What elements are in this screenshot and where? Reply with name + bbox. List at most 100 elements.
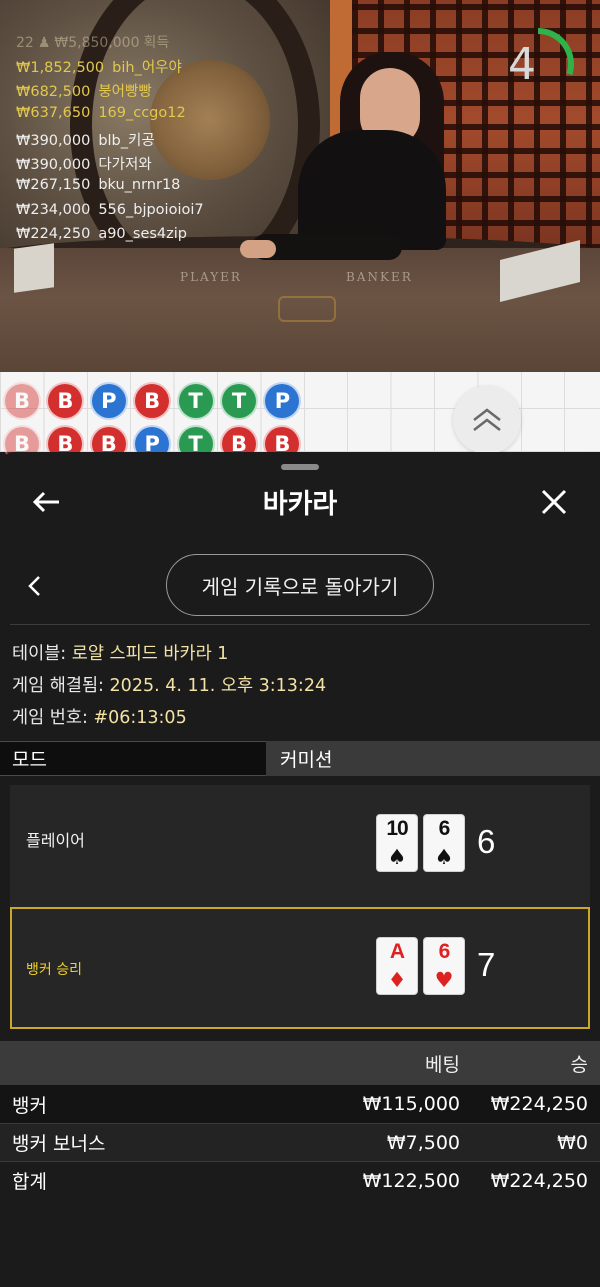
back-to-history-button[interactable]: 게임 기록으로 돌아가기 — [166, 554, 434, 616]
game-history-sheet: 바카라 게임 기록으로 돌아가기 테이블: 로얄 스피드 바카라 1 게임 해결… — [0, 452, 600, 1287]
winner-name: 169_ccgo12 — [98, 104, 186, 121]
dealer-body — [298, 130, 446, 250]
winner-name: blb_키공 — [98, 132, 155, 149]
winner-name: 다가저와 — [98, 157, 152, 174]
countdown-number: 4 — [508, 38, 536, 90]
bead-road-result: P — [89, 382, 128, 420]
player-score: 6 — [477, 823, 496, 860]
sheet-title: 바카라 — [262, 489, 338, 520]
winner-row: ₩682,500 붕어빵빵 — [16, 80, 204, 104]
bet-name: 뱅커 보너스 — [12, 1133, 106, 1155]
card-rank: 6 — [438, 817, 451, 840]
card-rank: 10 — [386, 817, 408, 840]
bet-amount: ₩115,000 — [362, 1093, 460, 1115]
winner-row: ₩637,650 169_ccgo12 — [16, 105, 204, 129]
table-row: 뱅커 ₩115,000 ₩224,250 — [0, 1085, 600, 1123]
winner-row: ₩1,852,500 bih_어우야 — [16, 56, 204, 80]
mode-tabs: 모드 커미션 — [0, 741, 600, 776]
resolved-info-value: 2025. 4. 11. 오후 3:13:24 — [109, 676, 327, 696]
felt-player-label: PLAYER — [180, 270, 242, 284]
winner-amount: ₩390,000 — [16, 157, 91, 174]
winner-amount: ₩390,000 — [16, 132, 91, 149]
person-icon: ♟ — [37, 35, 51, 51]
game-number-info: 게임 번호: #06:13:05 — [12, 704, 187, 729]
felt-banker-label: BANKER — [346, 270, 413, 284]
bead-road-result: T — [220, 382, 258, 420]
close-icon[interactable] — [534, 482, 574, 522]
banker-hand: 뱅커 승리 A ♦ 6 ♥ 7 — [10, 907, 590, 1029]
winners-list: 22 ♟ ₩5,850,000 획득 ₩1,852,500 bih_어우야 ₩682,50… — [16, 32, 204, 250]
table-header-row: 베팅 승 — [0, 1041, 600, 1085]
winner-row: ₩390,000 blb_키공 — [16, 129, 204, 153]
tab-mode[interactable]: 모드 — [0, 741, 266, 776]
tab-commission[interactable]: 커미션 — [266, 741, 600, 776]
bead-road-result: B — [133, 382, 172, 420]
winners-header: 22 ♟ ₩5,850,000 획득 — [16, 32, 204, 51]
playing-card: 10 ♠ — [376, 814, 418, 872]
winner-name: a90_ses4zip — [98, 226, 187, 243]
winner-amount: ₩1,852,500 — [16, 60, 105, 76]
winners-total: ₩5,850,000 — [54, 35, 140, 51]
winner-amount: ₩234,000 — [16, 201, 91, 218]
winner-name: bih_어우야 — [112, 60, 182, 76]
spade-icon: ♠ — [434, 845, 454, 869]
chevron-left-icon[interactable] — [18, 570, 50, 602]
winners-count: 22 — [16, 35, 34, 51]
table-info-value: 로얄 스피드 바카라 1 — [71, 644, 229, 664]
total-bet: ₩122,500 — [362, 1169, 460, 1192]
winner-amount: ₩637,650 — [16, 104, 91, 121]
table-info-label: 테이블: — [12, 644, 67, 664]
expand-roads-button[interactable] — [453, 386, 521, 454]
card-shoe — [14, 243, 54, 293]
winner-row: ₩390,000 다가저와 — [16, 153, 204, 177]
total-win: ₩224,250 — [490, 1169, 588, 1192]
resolved-info: 게임 해결됨: 2025. 4. 11. 오후 3:13:24 — [12, 672, 326, 697]
table-total-row: 합계 ₩122,500 ₩224,250 — [0, 1161, 600, 1199]
winners-suffix: 획득 — [143, 35, 170, 51]
table-info: 테이블: 로얄 스피드 바카라 1 — [12, 640, 228, 665]
chevron-double-up-icon — [473, 408, 501, 431]
heart-icon: ♥ — [434, 968, 454, 992]
diamond-icon: ♦ — [387, 968, 407, 992]
win-amount: ₩0 — [557, 1131, 588, 1154]
live-video-feed: PLAYER BANKER 22 ♟ ₩5,850,000 획득 ₩1,852,500… — [0, 0, 600, 372]
winner-name: 556_bjpoioioi7 — [98, 201, 204, 218]
winner-amount: ₩682,500 — [16, 84, 91, 101]
spade-icon: ♠ — [387, 845, 407, 869]
countdown-timer: 4 — [500, 26, 576, 102]
bead-road-result: B — [3, 382, 41, 420]
playing-card: 6 ♥ — [423, 937, 465, 995]
bet-name: 뱅커 — [12, 1094, 47, 1117]
winner-row: ₩224,250 a90_ses4zip — [16, 226, 204, 250]
table-row: 뱅커 보너스 ₩7,500 ₩0 — [0, 1123, 600, 1161]
bead-road-result: P — [263, 382, 302, 420]
bet-summary-table: 베팅 승 뱅커 ₩115,000 ₩224,250 뱅커 보너스 ₩7,500 … — [0, 1041, 600, 1199]
dealer-hand — [240, 240, 276, 258]
sheet-grabber[interactable] — [281, 464, 319, 470]
winner-name: bku_nrnr18 — [98, 177, 181, 194]
total-label: 합계 — [12, 1171, 47, 1193]
divider — [10, 624, 590, 625]
winner-name: 붕어빵빵 — [98, 84, 152, 101]
column-header-bet: 베팅 — [425, 1053, 460, 1076]
bead-road-result: T — [176, 382, 215, 420]
bead-road-result: B — [46, 382, 85, 420]
game-number-value: #06:13:05 — [93, 708, 187, 728]
playing-card: A ♦ — [376, 937, 418, 995]
game-number-label: 게임 번호: — [12, 708, 88, 728]
felt-logo — [278, 296, 336, 322]
winner-amount: ₩224,250 — [16, 226, 91, 243]
banker-win-label: 뱅커 승리 — [26, 962, 82, 978]
bet-amount: ₩7,500 — [386, 1131, 460, 1154]
playing-card: 6 ♠ — [423, 814, 465, 872]
card-rank: 6 — [438, 940, 451, 963]
banker-score: 7 — [477, 946, 496, 983]
resolved-info-label: 게임 해결됨: — [12, 676, 104, 696]
win-amount: ₩224,250 — [490, 1093, 588, 1115]
player-hand: 플레이어 10 ♠ 6 ♠ 6 — [10, 785, 590, 907]
column-header-win: 승 — [570, 1053, 588, 1076]
winner-amount: ₩267,150 — [16, 177, 91, 194]
winner-row: ₩234,000 556_bjpoioioi7 — [16, 202, 204, 226]
card-rank: A — [389, 940, 405, 963]
winner-row: ₩267,150 bku_nrnr18 — [16, 177, 204, 201]
